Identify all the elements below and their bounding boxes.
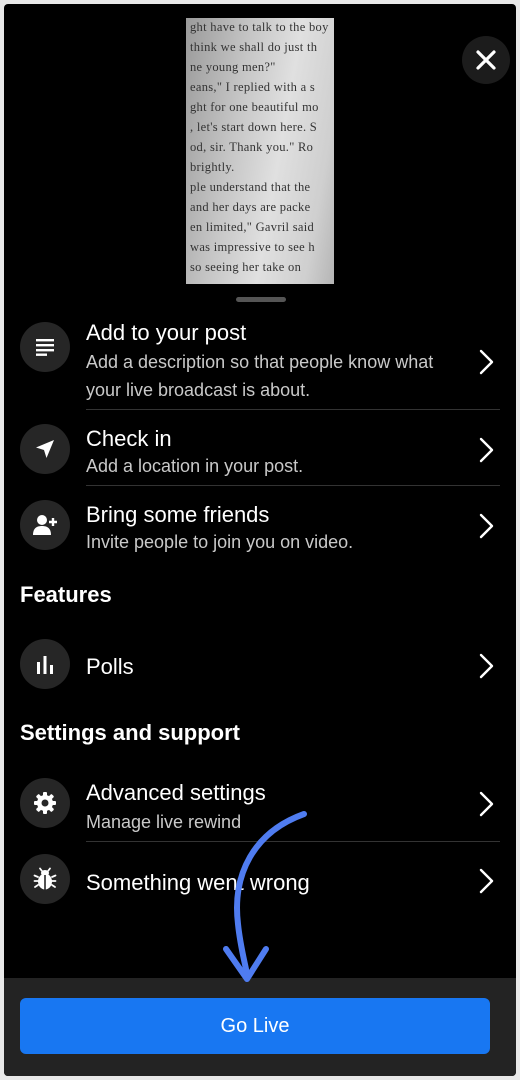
advanced-settings-row[interactable]: Advanced settings Manage live rewind (4, 770, 516, 840)
chevron-right-icon (479, 349, 494, 375)
preview-text-line: think we shall do just th (190, 40, 318, 54)
something-went-wrong-row[interactable]: Something went wrong (4, 846, 516, 912)
divider (86, 841, 500, 842)
chevron-right-icon (479, 868, 494, 894)
preview-text-line: brightly. (190, 160, 235, 174)
add-to-post-subtitle: Add a description so that people know wh… (86, 352, 434, 400)
close-button[interactable] (462, 36, 510, 84)
preview-text-line: was impressive to see h (190, 240, 315, 254)
preview-text-line: , let's start down here. S (190, 120, 318, 134)
check-in-row[interactable]: Check in Add a location in your post. (4, 414, 516, 488)
preview-text-line: ne young men?" (190, 60, 276, 74)
preview-text-line: and her days are packe (190, 200, 311, 214)
poll-bars-icon (20, 639, 70, 689)
preview-text-line: eans," I replied with a s (190, 80, 316, 94)
camera-preview: ght have to talk to the boy think we sha… (186, 18, 334, 284)
settings-heading: Settings and support (20, 720, 240, 745)
add-friend-icon (20, 500, 70, 550)
go-live-button[interactable]: Go Live (20, 998, 490, 1054)
preview-text-line: ght for one beautiful mo (190, 100, 319, 114)
location-arrow-icon (20, 424, 70, 474)
close-icon (476, 50, 496, 70)
chevron-right-icon (479, 791, 494, 817)
features-heading: Features (20, 582, 112, 607)
check-in-title: Check in (86, 426, 172, 451)
add-to-post-title: Add to your post (86, 320, 247, 345)
sheet-drag-handle[interactable] (236, 297, 286, 302)
chevron-right-icon (479, 513, 494, 539)
bring-friends-subtitle: Invite people to join you on video. (86, 532, 354, 552)
bring-friends-title: Bring some friends (86, 502, 270, 527)
preview-text-line: od, sir. Thank you." Ro (190, 140, 314, 154)
check-in-subtitle: Add a location in your post. (86, 456, 304, 476)
preview-text-line: so seeing her take on (190, 260, 302, 274)
advanced-settings-subtitle: Manage live rewind (86, 812, 242, 832)
advanced-settings-title: Advanced settings (86, 780, 266, 805)
preview-text-line: en limited," Gavril said (190, 220, 315, 234)
preview-text-line: ght have to talk to the boy (190, 20, 329, 34)
go-live-setup-screen: ght have to talk to the boy think we sha… (4, 4, 516, 1076)
polls-row[interactable]: Polls (4, 636, 516, 696)
text-lines-icon (20, 322, 70, 372)
chevron-right-icon (479, 437, 494, 463)
divider (86, 409, 500, 410)
bug-icon (20, 854, 70, 904)
polls-title: Polls (86, 654, 134, 679)
something-went-wrong-title: Something went wrong (86, 870, 310, 895)
preview-text-line: ple understand that the (190, 180, 311, 194)
bring-friends-row[interactable]: Bring some friends Invite people to join… (4, 490, 516, 564)
chevron-right-icon (479, 653, 494, 679)
divider (86, 485, 500, 486)
add-to-post-row[interactable]: Add to your post Add a description so th… (4, 314, 516, 410)
gear-icon (20, 778, 70, 828)
